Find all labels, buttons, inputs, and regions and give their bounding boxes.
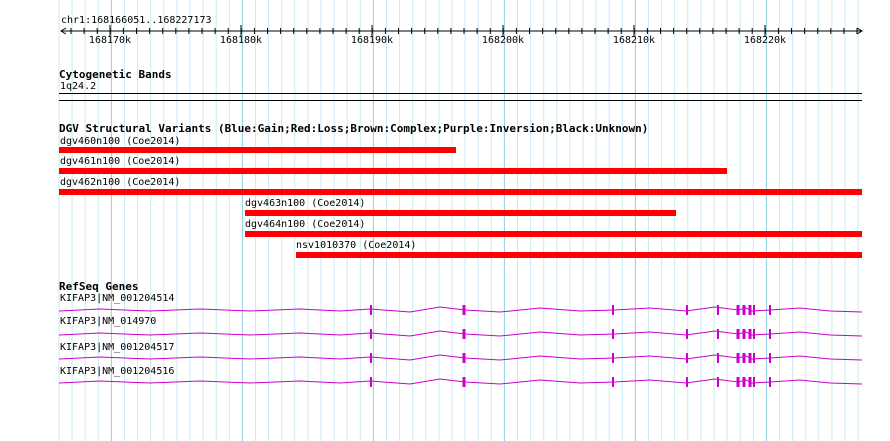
gene-exon xyxy=(769,305,771,315)
gene-exon xyxy=(753,329,755,339)
gene-exon xyxy=(769,329,771,339)
gene-exon xyxy=(736,305,740,315)
gene-exon xyxy=(753,377,755,387)
gene-exon xyxy=(748,329,752,339)
gene-exon xyxy=(370,377,372,387)
gene-exon xyxy=(742,329,746,339)
gene-exon xyxy=(753,305,755,315)
genome-browser-view: chr1:168166051..168227173 168170k 168180… xyxy=(0,0,890,441)
gene-exon xyxy=(769,353,771,363)
gene-exon xyxy=(370,329,372,339)
gene-exon xyxy=(717,353,719,363)
gene-intron-line xyxy=(58,378,863,385)
gene-exon xyxy=(742,377,746,387)
gene-exon xyxy=(370,305,372,315)
gene-exon xyxy=(717,305,719,315)
gene-exon xyxy=(736,329,740,339)
gene-exon xyxy=(462,305,466,315)
gene-exon xyxy=(742,353,746,363)
gene-exon xyxy=(748,305,752,315)
gene-exon xyxy=(686,329,688,339)
gene-exon xyxy=(462,353,466,363)
gene-exon xyxy=(717,377,719,387)
gene-exon xyxy=(686,353,688,363)
gene-exon xyxy=(748,377,752,387)
gene-exon xyxy=(612,305,614,315)
gene-models[interactable] xyxy=(0,0,890,441)
gene-exon xyxy=(717,329,719,339)
gene-exon xyxy=(753,353,755,363)
gene-intron-line xyxy=(58,354,863,361)
gene-exon xyxy=(686,305,688,315)
gene-exon xyxy=(462,377,466,387)
gene-intron-line xyxy=(58,306,863,313)
gene-exon xyxy=(742,305,746,315)
gene-exon xyxy=(769,377,771,387)
gene-exon xyxy=(462,329,466,339)
gene-intron-line xyxy=(58,330,863,337)
gene-exon xyxy=(370,353,372,363)
gene-exon xyxy=(612,329,614,339)
gene-exon xyxy=(612,377,614,387)
gene-exon xyxy=(736,377,740,387)
gene-exon xyxy=(748,353,752,363)
gene-exon xyxy=(612,353,614,363)
gene-exon xyxy=(736,353,740,363)
gene-exon xyxy=(686,377,688,387)
